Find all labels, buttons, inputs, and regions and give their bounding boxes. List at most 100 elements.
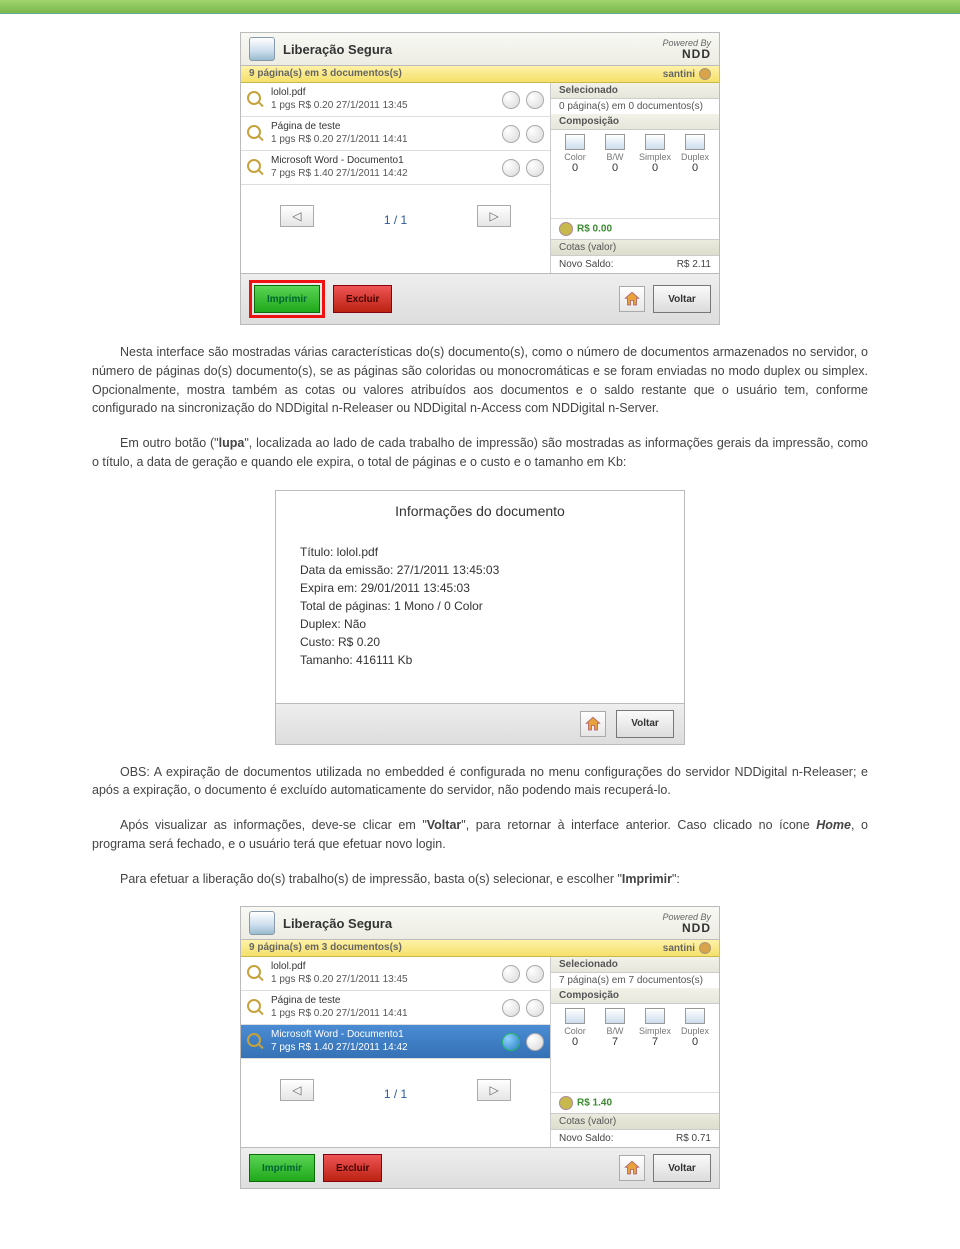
selected-label: Selecionado: [551, 83, 719, 99]
document-row[interactable]: Página de teste 1 pgs R$ 0.20 27/1/2011 …: [241, 991, 550, 1025]
dialog-title: Informações do documento: [276, 491, 684, 537]
select-toggle[interactable]: [502, 91, 520, 109]
pager: ◁ 1 / 1 ▷: [241, 1059, 550, 1107]
excluir-button[interactable]: Excluir: [323, 1154, 382, 1182]
select-toggle[interactable]: [502, 125, 520, 143]
magnifier-icon[interactable]: [247, 125, 265, 143]
select-toggle[interactable]: [526, 91, 544, 109]
composition-label: Composição: [551, 988, 719, 1004]
release-app-screenshot-1: Liberação Segura Powered By NDD 9 página…: [240, 32, 720, 325]
doc-meta: 1 pgs R$ 0.20 27/1/2011 13:45: [271, 100, 496, 113]
document-row[interactable]: Página de teste 1 pgs R$ 0.20 27/1/2011 …: [241, 117, 550, 151]
select-toggle[interactable]: [502, 1033, 520, 1051]
page-next-button[interactable]: ▷: [477, 205, 511, 227]
doc-name: Microsoft Word - Documento1: [271, 155, 496, 168]
saldo-row: Novo Saldo: R$ 2.11: [551, 256, 719, 273]
dialog-footer: Voltar: [276, 703, 684, 744]
doc-meta: 7 pgs R$ 1.40 27/1/2011 14:42: [271, 168, 496, 181]
paragraph-1: Nesta interface são mostradas várias car…: [92, 343, 868, 418]
select-toggle[interactable]: [526, 125, 544, 143]
home-button[interactable]: [580, 711, 606, 737]
app-footer: Imprimir Excluir Voltar: [241, 273, 719, 324]
select-toggle[interactable]: [502, 965, 520, 983]
user-icon: [699, 942, 711, 954]
release-app-screenshot-2: Liberação Segura Powered By NDD 9 página…: [240, 906, 720, 1189]
select-toggle[interactable]: [526, 1033, 544, 1051]
select-toggle[interactable]: [526, 159, 544, 177]
doc-name: lolol.pdf: [271, 961, 496, 974]
page-next-button[interactable]: ▷: [477, 1079, 511, 1101]
simplex-icon: [645, 1008, 665, 1024]
app-footer: Imprimir Excluir Voltar: [241, 1147, 719, 1188]
info-line: Custo: R$ 0.20: [300, 633, 660, 651]
status-bar: 9 página(s) em 3 documentos(s) santini: [241, 940, 719, 957]
app-icon: [249, 37, 275, 61]
home-icon: [623, 1159, 641, 1177]
select-toggle[interactable]: [526, 999, 544, 1017]
doc-name: lolol.pdf: [271, 87, 496, 100]
page-prev-button[interactable]: ◁: [280, 1079, 314, 1101]
doc-info-dialog: Informações do documento Título: lolol.p…: [275, 490, 685, 745]
page-prev-button[interactable]: ◁: [280, 205, 314, 227]
cash-row: R$ 0.00: [551, 219, 719, 239]
home-button[interactable]: [619, 286, 645, 312]
paragraph-2: Em outro botão ("lupa", localizada ao la…: [92, 434, 868, 472]
voltar-button[interactable]: Voltar: [616, 710, 674, 738]
app-header: Liberação Segura Powered By NDD: [241, 33, 719, 66]
magnifier-icon[interactable]: [247, 159, 265, 177]
info-line: Tamanho: 416111 Kb: [300, 651, 660, 669]
duplex-icon: [685, 134, 705, 150]
composition-icons: Color B/W Simplex Duplex: [551, 130, 719, 162]
imprimir-button[interactable]: Imprimir: [254, 285, 320, 313]
doc-meta: 1 pgs R$ 0.20 27/1/2011 14:41: [271, 134, 496, 147]
composition-values: 0 7 7 0: [551, 1036, 719, 1052]
doc-meta: 1 pgs R$ 0.20 27/1/2011 14:41: [271, 1008, 496, 1021]
magnifier-icon[interactable]: [247, 965, 265, 983]
selected-value: 0 página(s) em 0 documentos(s): [551, 99, 719, 114]
doc-name: Página de teste: [271, 121, 496, 134]
composition-label: Composição: [551, 114, 719, 130]
home-icon: [623, 290, 641, 308]
document-row[interactable]: lolol.pdf 1 pgs R$ 0.20 27/1/2011 13:45: [241, 957, 550, 991]
document-row-selected[interactable]: Microsoft Word - Documento1 7 pgs R$ 1.4…: [241, 1025, 550, 1059]
document-row[interactable]: Microsoft Word - Documento1 7 pgs R$ 1.4…: [241, 151, 550, 185]
app-title: Liberação Segura: [283, 42, 392, 57]
doc-meta: 7 pgs R$ 1.40 27/1/2011 14:42: [271, 1042, 496, 1055]
info-line: Título: lolol.pdf: [300, 543, 660, 561]
color-icon: [565, 1008, 585, 1024]
select-toggle[interactable]: [526, 965, 544, 983]
app-title: Liberação Segura: [283, 916, 392, 931]
home-button[interactable]: [619, 1155, 645, 1181]
saldo-row: Novo Saldo: R$ 0.71: [551, 1130, 719, 1147]
excluir-button[interactable]: Excluir: [333, 285, 392, 313]
magnifier-icon[interactable]: [247, 1033, 265, 1051]
paragraph-5: Para efetuar a liberação do(s) trabalho(…: [92, 870, 868, 889]
coin-icon: [559, 222, 573, 236]
imprimir-button[interactable]: Imprimir: [249, 1154, 315, 1182]
dialog-body: Título: lolol.pdf Data da emissão: 27/1/…: [276, 537, 684, 703]
coin-icon: [559, 1096, 573, 1110]
document-row[interactable]: lolol.pdf 1 pgs R$ 0.20 27/1/2011 13:45: [241, 83, 550, 117]
magnifier-icon[interactable]: [247, 999, 265, 1017]
composition-icons: Color B/W Simplex Duplex: [551, 1004, 719, 1036]
voltar-button[interactable]: Voltar: [653, 1154, 711, 1182]
voltar-button[interactable]: Voltar: [653, 285, 711, 313]
bw-icon: [605, 1008, 625, 1024]
brand-logo: Powered By NDD: [662, 39, 711, 60]
bw-icon: [605, 134, 625, 150]
select-toggle[interactable]: [502, 999, 520, 1017]
doc-name: Página de teste: [271, 995, 496, 1008]
magnifier-icon[interactable]: [247, 91, 265, 109]
page-indicator: 1 / 1: [384, 1087, 407, 1101]
app-icon: [249, 911, 275, 935]
cotas-label: Cotas (valor): [551, 1113, 719, 1130]
info-line: Duplex: Não: [300, 615, 660, 633]
document-list: lolol.pdf 1 pgs R$ 0.20 27/1/2011 13:45 …: [241, 83, 550, 185]
selected-label: Selecionado: [551, 957, 719, 973]
info-line: Expira em: 29/01/2011 13:45:03: [300, 579, 660, 597]
info-line: Total de páginas: 1 Mono / 0 Color: [300, 597, 660, 615]
doc-name: Microsoft Word - Documento1: [271, 1029, 496, 1042]
select-toggle[interactable]: [502, 159, 520, 177]
duplex-icon: [685, 1008, 705, 1024]
selected-value: 7 página(s) em 7 documentos(s): [551, 973, 719, 988]
